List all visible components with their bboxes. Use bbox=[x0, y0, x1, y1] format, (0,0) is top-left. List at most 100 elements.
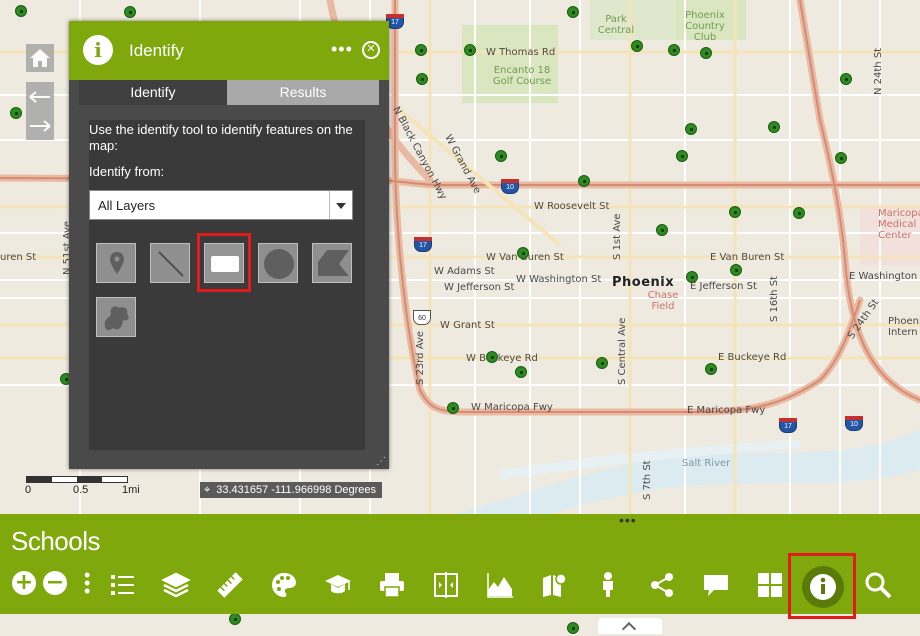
point-tool-button[interactable] bbox=[96, 243, 136, 283]
polygon-tool-button[interactable] bbox=[312, 243, 352, 283]
swipe-icon bbox=[434, 572, 458, 598]
more-handle[interactable]: ••• bbox=[619, 512, 637, 528]
school-marker[interactable] bbox=[685, 123, 697, 135]
circle-tool-button[interactable] bbox=[258, 243, 298, 283]
legend-button[interactable] bbox=[108, 570, 138, 600]
school-marker[interactable] bbox=[840, 73, 852, 85]
basemap-button[interactable] bbox=[269, 570, 299, 600]
expand-panel-handle[interactable] bbox=[598, 618, 662, 634]
school-marker[interactable] bbox=[686, 271, 698, 283]
map-label: W Jefferson St bbox=[444, 282, 515, 293]
line-tool-button[interactable] bbox=[150, 243, 190, 283]
coordinate-readout[interactable]: ⌖ 33.431657 -111.966998 Degrees bbox=[200, 482, 383, 498]
share-button[interactable] bbox=[647, 570, 677, 600]
scale-label: 0.5 bbox=[73, 484, 89, 496]
search-button[interactable] bbox=[863, 570, 893, 600]
school-marker[interactable] bbox=[447, 402, 459, 414]
grid-icon bbox=[758, 573, 782, 597]
layers-icon bbox=[161, 572, 191, 598]
school-marker[interactable] bbox=[464, 44, 476, 56]
next-extent-button[interactable] bbox=[26, 111, 54, 140]
layers-button[interactable] bbox=[161, 570, 191, 600]
share-icon bbox=[651, 573, 673, 597]
school-marker[interactable] bbox=[415, 44, 427, 56]
school-marker[interactable] bbox=[567, 622, 579, 634]
school-marker[interactable] bbox=[730, 264, 742, 276]
active-tool-highlight bbox=[788, 553, 856, 619]
city-label: Phoenix bbox=[612, 275, 675, 290]
map-pin-icon bbox=[110, 252, 124, 274]
measure-button[interactable] bbox=[215, 570, 245, 600]
layer-select[interactable]: All Layers bbox=[89, 190, 353, 220]
interstate-shield: 17 bbox=[779, 418, 797, 433]
widgets-button[interactable] bbox=[755, 570, 785, 600]
school-marker[interactable] bbox=[567, 6, 579, 18]
school-marker[interactable] bbox=[596, 357, 608, 369]
home-button[interactable] bbox=[26, 44, 54, 72]
tab-results[interactable]: Results bbox=[227, 80, 379, 105]
school-marker[interactable] bbox=[486, 351, 498, 363]
map-label: W Adams St bbox=[434, 266, 495, 277]
school-marker[interactable] bbox=[517, 247, 529, 259]
freehand-tool-button[interactable] bbox=[96, 297, 136, 337]
close-button[interactable]: ✕ bbox=[362, 41, 380, 59]
search-icon bbox=[865, 572, 892, 599]
map-label: W Grant St bbox=[440, 320, 495, 331]
map-place-label: Maricopa Medical Center bbox=[878, 208, 920, 241]
polygon-icon bbox=[318, 250, 349, 276]
scale-label: 0 bbox=[25, 484, 32, 496]
zoom-out-button[interactable]: − bbox=[43, 571, 67, 595]
comment-button[interactable] bbox=[701, 570, 731, 600]
directions-button[interactable] bbox=[539, 570, 569, 600]
print-button[interactable] bbox=[377, 570, 407, 600]
crosshair-icon: ⌖ bbox=[204, 484, 211, 496]
school-marker[interactable] bbox=[705, 363, 717, 375]
swipe-button[interactable] bbox=[431, 570, 461, 600]
school-marker[interactable] bbox=[578, 175, 590, 187]
map-label: uren St bbox=[0, 252, 37, 263]
resize-handle-icon[interactable]: ⋰ bbox=[376, 456, 386, 467]
school-marker[interactable] bbox=[793, 207, 805, 219]
panel-tabs: Identify Results bbox=[79, 80, 379, 105]
selected-tool-highlight bbox=[197, 233, 251, 292]
map-place-label: Encanto 18 Golf Course bbox=[492, 65, 552, 87]
menu-dots-button[interactable]: • • • bbox=[84, 566, 90, 600]
school-marker[interactable] bbox=[15, 5, 27, 17]
elevation-chart-icon bbox=[487, 573, 513, 598]
map-label: E Washington St bbox=[849, 271, 920, 282]
map-label: W Thomas Rd bbox=[486, 47, 556, 58]
street-view-button[interactable] bbox=[593, 570, 623, 600]
school-marker[interactable] bbox=[124, 6, 136, 18]
school-marker[interactable] bbox=[729, 206, 741, 218]
school-marker[interactable] bbox=[768, 121, 780, 133]
school-marker[interactable] bbox=[656, 224, 668, 236]
previous-extent-button[interactable] bbox=[26, 82, 54, 111]
school-marker[interactable] bbox=[835, 152, 847, 164]
panel-header: i Identify ••• ✕ bbox=[69, 21, 389, 80]
map-label: W Washington St bbox=[516, 274, 602, 285]
interstate-shield: 10 bbox=[501, 179, 519, 194]
school-marker[interactable] bbox=[515, 366, 527, 378]
school-marker[interactable] bbox=[631, 40, 643, 52]
education-button[interactable] bbox=[323, 570, 353, 600]
tab-identify[interactable]: Identify bbox=[79, 80, 227, 105]
map-label: E Maricopa Fwy bbox=[687, 405, 766, 416]
coordinate-text: 33.431657 -111.966998 Degrees bbox=[216, 484, 377, 496]
map-label: S Central Ave bbox=[617, 317, 628, 385]
close-icon: ✕ bbox=[366, 43, 376, 55]
elevation-profile-button[interactable] bbox=[485, 570, 515, 600]
zoom-in-button[interactable]: + bbox=[12, 571, 36, 595]
circle-icon bbox=[264, 249, 294, 279]
more-options-button[interactable]: ••• bbox=[331, 39, 353, 60]
scale-bar: 0 0.5 1mi bbox=[25, 476, 140, 496]
school-marker[interactable] bbox=[676, 150, 688, 162]
panel-title: Identify bbox=[129, 41, 184, 60]
map-place-label: Park Central bbox=[597, 14, 635, 36]
map-place-label: Phoenix Country Club bbox=[685, 10, 725, 43]
school-marker[interactable] bbox=[416, 73, 428, 85]
school-marker[interactable] bbox=[229, 613, 241, 625]
school-marker[interactable] bbox=[495, 150, 507, 162]
school-marker[interactable] bbox=[668, 44, 680, 56]
school-marker[interactable] bbox=[10, 107, 22, 119]
school-marker[interactable] bbox=[700, 47, 712, 59]
